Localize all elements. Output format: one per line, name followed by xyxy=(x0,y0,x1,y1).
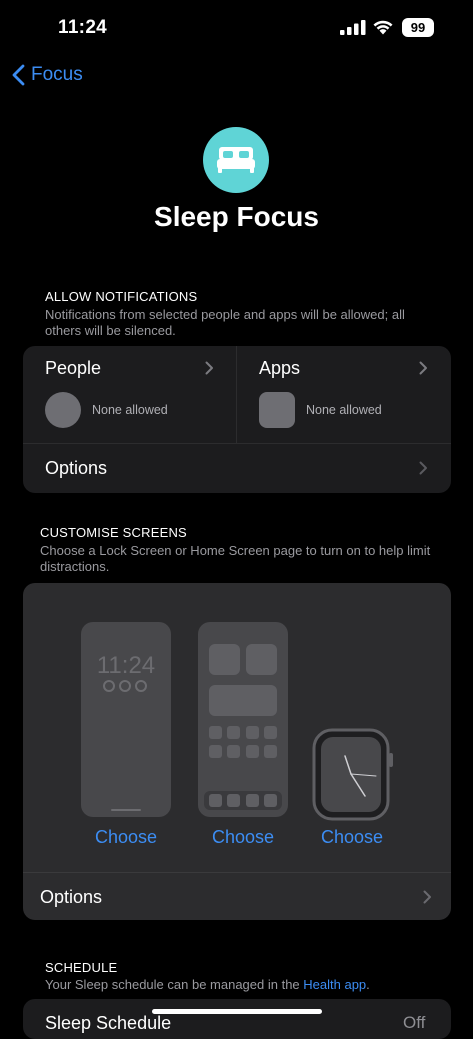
customise-screens-header: CUSTOMISE SCREENS xyxy=(40,525,187,540)
health-app-link[interactable]: Health app xyxy=(303,977,366,992)
apps-value: None allowed xyxy=(306,403,382,417)
people-value: None allowed xyxy=(92,403,168,417)
people-label: People xyxy=(45,358,102,378)
lock-screen-preview[interactable]: 11:24 xyxy=(81,622,171,817)
app-icon-placeholder xyxy=(259,392,295,428)
lock-screen-time: 11:24 xyxy=(96,652,156,679)
battery-indicator: 99 xyxy=(402,18,434,37)
bed-icon xyxy=(217,147,255,173)
choose-home-screen-button[interactable]: Choose xyxy=(198,827,288,848)
home-screen-preview[interactable] xyxy=(198,622,288,817)
choose-lock-screen-button[interactable]: Choose xyxy=(81,827,171,848)
app-dot xyxy=(246,726,259,739)
page-title: Sleep Focus xyxy=(154,201,319,232)
apps-cell[interactable]: Apps None allowed xyxy=(237,346,451,443)
allow-notifications-header: ALLOW NOTIFICATIONS xyxy=(45,289,198,304)
app-dot xyxy=(246,745,259,758)
app-dot xyxy=(209,745,222,758)
allow-options-row[interactable]: Options xyxy=(23,444,451,493)
app-dot xyxy=(227,726,240,739)
wifi-icon xyxy=(373,20,393,35)
home-indicator xyxy=(152,1009,322,1014)
choose-watch-face-button[interactable]: Choose xyxy=(307,827,397,848)
status-time: 11:24 xyxy=(58,17,108,38)
app-dot xyxy=(264,726,277,739)
app-dot xyxy=(264,745,277,758)
people-cell[interactable]: People None allowed xyxy=(23,346,236,443)
widget-circle xyxy=(135,680,147,692)
allow-notifications-subtitle: Notifications from selected people and a… xyxy=(45,307,405,338)
back-button[interactable]: Focus xyxy=(12,64,83,86)
dock xyxy=(204,791,282,810)
chevron-right-icon xyxy=(419,461,427,475)
widget-circle xyxy=(103,680,115,692)
apps-label: Apps xyxy=(259,358,301,378)
widget-block xyxy=(209,644,240,675)
back-label: Focus xyxy=(31,64,83,85)
schedule-header: SCHEDULE xyxy=(45,960,118,975)
customise-options-row[interactable]: Options xyxy=(23,873,451,920)
people-avatar-placeholder xyxy=(45,392,81,428)
customise-screens-subtitle: Choose a Lock Screen or Home Screen page… xyxy=(40,543,431,574)
chevron-right-icon xyxy=(419,361,427,375)
schedule-subtitle: Your Sleep schedule can be managed in th… xyxy=(45,977,370,992)
sleep-schedule-row[interactable]: Sleep Schedule Off xyxy=(23,999,451,1039)
widget-circle xyxy=(119,680,131,692)
chevron-left-icon xyxy=(12,64,25,86)
watch-face-preview[interactable] xyxy=(312,728,394,823)
cellular-signal-icon xyxy=(340,20,366,35)
sleep-schedule-value: Off xyxy=(403,1013,426,1032)
sleep-focus-icon xyxy=(203,127,269,193)
customise-screens-card: 11:24 Choose Choose Choose Options xyxy=(23,583,451,920)
options-label: Options xyxy=(45,458,108,478)
app-dot xyxy=(227,745,240,758)
allow-notifications-card: People None allowed Apps None allowed Op… xyxy=(23,346,451,493)
chevron-right-icon xyxy=(205,361,213,375)
lock-home-indicator xyxy=(111,809,141,811)
options-label: Options xyxy=(40,887,103,907)
chevron-right-icon xyxy=(423,890,431,904)
app-dot xyxy=(209,726,222,739)
widget-block xyxy=(209,685,277,716)
widget-block xyxy=(246,644,277,675)
